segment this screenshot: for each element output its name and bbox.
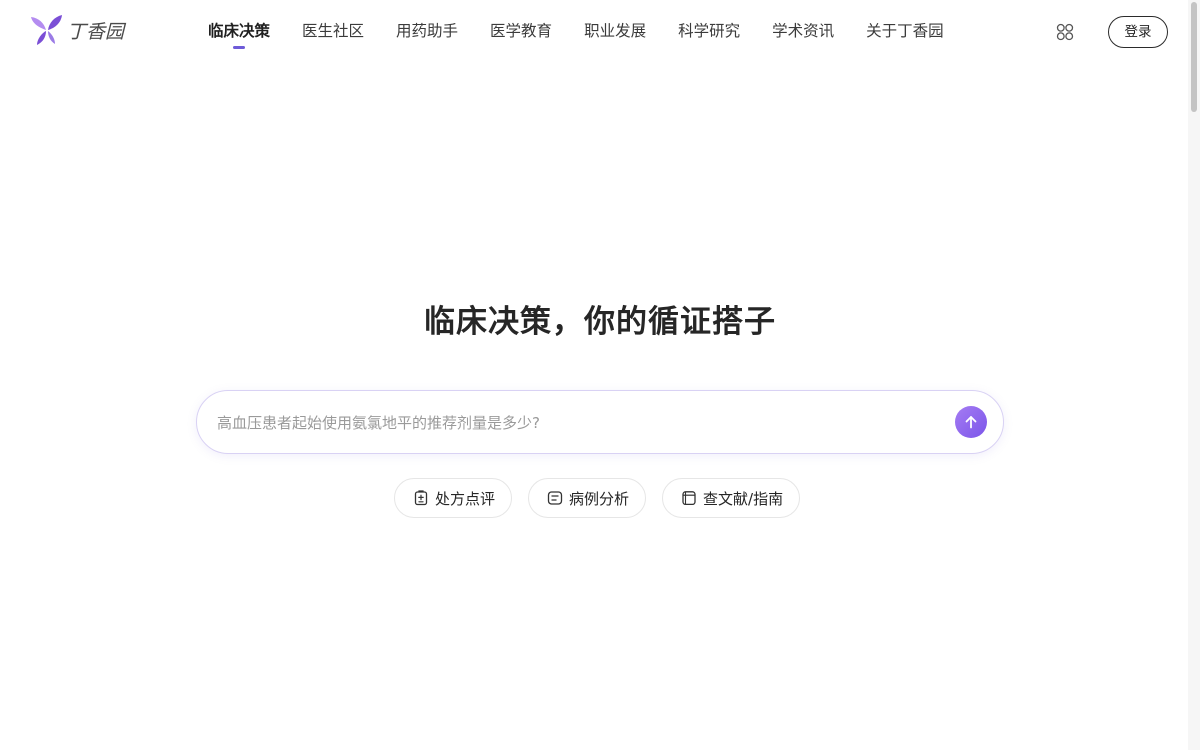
login-button[interactable]: 登录 — [1108, 16, 1168, 48]
nav-item-doctor-community[interactable]: 医生社区 — [286, 0, 380, 63]
quick-action-chips: 处方点评 病例分析 查文献/指南 — [394, 478, 801, 518]
apps-menu-button[interactable] — [1054, 21, 1076, 43]
arrow-up-icon — [965, 416, 977, 429]
nav-item-about[interactable]: 关于丁香园 — [850, 0, 960, 63]
nav-item-career-development[interactable]: 职业发展 — [568, 0, 662, 63]
question-search-box — [196, 390, 1004, 454]
nav-item-label: 关于丁香园 — [866, 22, 944, 40]
nav-item-academic-news[interactable]: 学术资讯 — [756, 0, 850, 63]
nav-item-label: 科学研究 — [678, 22, 741, 40]
hero-headline: 临床决策，你的循证搭子 — [424, 304, 776, 340]
nav-item-label: 临床决策 — [208, 22, 271, 40]
chip-label: 查文献/指南 — [703, 489, 784, 508]
scrollbar-thumb[interactable] — [1191, 2, 1197, 112]
grid-apps-icon — [1056, 23, 1074, 41]
brand-name: 丁香园 — [67, 20, 125, 43]
nav-item-medical-education[interactable]: 医学教育 — [474, 0, 568, 63]
nav-item-label: 学术资讯 — [772, 22, 835, 40]
nav-item-drug-assistant[interactable]: 用药助手 — [380, 0, 474, 63]
nav-item-clinical-decision[interactable]: 临床决策 — [192, 0, 286, 63]
nav-item-label: 用药助手 — [396, 22, 459, 40]
case-analysis-icon — [547, 491, 563, 505]
chip-label: 处方点评 — [435, 489, 496, 508]
chip-case-analysis[interactable]: 病例分析 — [528, 478, 647, 518]
literature-search-icon — [682, 491, 696, 506]
nav-item-label: 医学教育 — [490, 22, 553, 40]
prescription-review-icon — [414, 490, 428, 506]
nav-item-scientific-research[interactable]: 科学研究 — [662, 0, 756, 63]
lilac-flower-logo-icon — [31, 15, 62, 45]
nav-item-label: 职业发展 — [584, 22, 647, 40]
top-header: 丁香园 临床决策 医生社区 用药助手 医学教育 职业发展 科学研究 学术资讯 关… — [0, 0, 1188, 64]
question-input[interactable] — [217, 403, 937, 443]
nav-item-label: 医生社区 — [302, 22, 365, 40]
page-scrollbar[interactable] — [1188, 0, 1200, 750]
chip-literature-guideline[interactable]: 查文献/指南 — [662, 478, 801, 518]
brand-logo[interactable]: 丁香园 — [30, 13, 124, 47]
active-nav-indicator — [233, 46, 245, 49]
send-question-button[interactable] — [955, 406, 987, 438]
chip-label: 病例分析 — [569, 489, 630, 508]
page: 丁香园 临床决策 医生社区 用药助手 医学教育 职业发展 科学研究 学术资讯 关… — [0, 0, 1200, 750]
main-nav: 临床决策 医生社区 用药助手 医学教育 职业发展 科学研究 学术资讯 关于丁香园 — [192, 0, 960, 64]
chip-prescription-review[interactable]: 处方点评 — [394, 478, 513, 518]
